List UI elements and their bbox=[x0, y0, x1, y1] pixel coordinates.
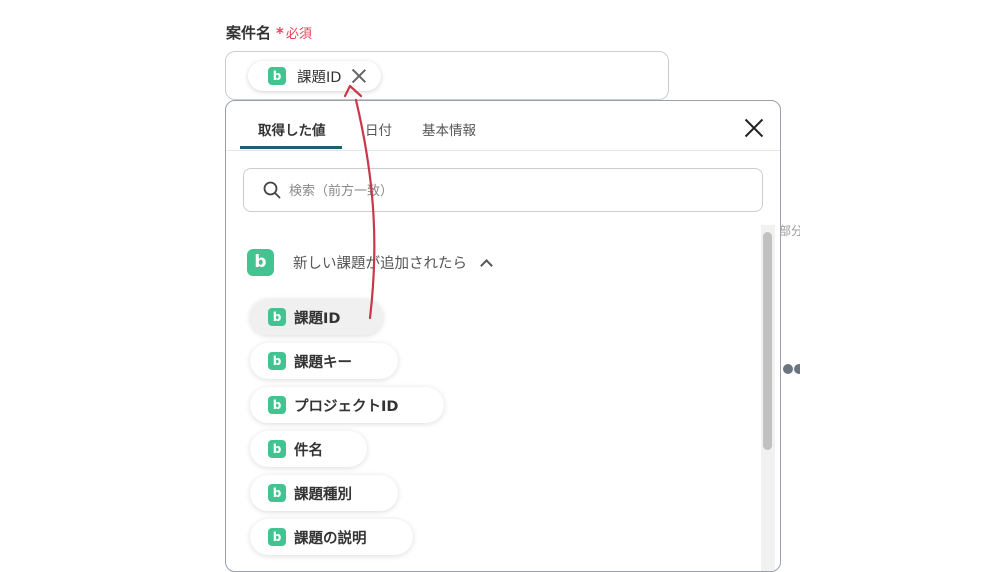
tab-basic-info[interactable]: 基本情報 bbox=[422, 119, 476, 139]
item-label: 課題キー bbox=[294, 354, 352, 371]
b-app-icon: b bbox=[268, 440, 286, 458]
item-label: プロジェクトID bbox=[294, 398, 399, 415]
list-item-issue-id[interactable]: b 課題ID bbox=[250, 299, 383, 335]
scrollbar-thumb[interactable] bbox=[763, 232, 772, 450]
list-item-issue-description[interactable]: b 課題の説明 bbox=[250, 519, 413, 555]
search-icon bbox=[263, 181, 281, 199]
b-app-icon: b bbox=[247, 249, 274, 276]
b-app-icon: b bbox=[268, 484, 286, 502]
required-text: 必須 bbox=[285, 27, 312, 42]
value-picker-popup: 取得した値 日付 基本情報 b 新しい課題が追加されたら b 課題ID b 課題… bbox=[225, 100, 781, 572]
item-label: 課題ID bbox=[294, 310, 341, 327]
list-item-issue-type[interactable]: b 課題種別 bbox=[250, 475, 398, 511]
list-item-project-id[interactable]: b プロジェクトID bbox=[250, 387, 444, 423]
active-tab-indicator bbox=[240, 146, 342, 149]
item-label: 課題種別 bbox=[294, 486, 352, 503]
b-app-icon: b bbox=[268, 308, 286, 326]
popup-tabs: 取得した値 日付 基本情報 bbox=[226, 101, 780, 151]
trigger-group-header[interactable]: b 新しい課題が追加されたら bbox=[247, 249, 493, 276]
list-item-subject[interactable]: b 件名 bbox=[250, 431, 367, 467]
remove-token-icon[interactable] bbox=[351, 68, 367, 84]
tab-date[interactable]: 日付 bbox=[365, 119, 392, 139]
token-label: 課題ID bbox=[297, 69, 342, 86]
value-token[interactable]: b 課題ID bbox=[248, 61, 381, 91]
group-title: 新しい課題が追加されたら bbox=[293, 256, 467, 272]
b-app-icon: b bbox=[268, 528, 286, 546]
list-item-issue-key[interactable]: b 課題キー bbox=[250, 343, 398, 379]
search-input[interactable] bbox=[287, 179, 731, 203]
b-app-icon: b bbox=[268, 67, 286, 85]
case-name-input[interactable]: b 課題ID bbox=[225, 51, 669, 100]
item-label: 件名 bbox=[294, 442, 323, 459]
item-label: 課題の説明 bbox=[294, 530, 367, 547]
close-icon[interactable] bbox=[744, 118, 764, 138]
side-half-dot-icon bbox=[794, 364, 800, 374]
chevron-up-icon[interactable] bbox=[480, 258, 493, 272]
b-app-icon: b bbox=[268, 396, 286, 414]
side-dot-icon bbox=[783, 364, 793, 374]
tab-acquired-values[interactable]: 取得した値 bbox=[258, 119, 326, 139]
required-asterisk: * bbox=[276, 24, 284, 42]
side-partial-text: 部分 bbox=[779, 224, 800, 238]
search-box[interactable] bbox=[243, 168, 763, 212]
field-label: 案件名 * 必須 bbox=[226, 22, 312, 43]
b-app-icon: b bbox=[268, 352, 286, 370]
field-label-text: 案件名 bbox=[226, 24, 272, 42]
